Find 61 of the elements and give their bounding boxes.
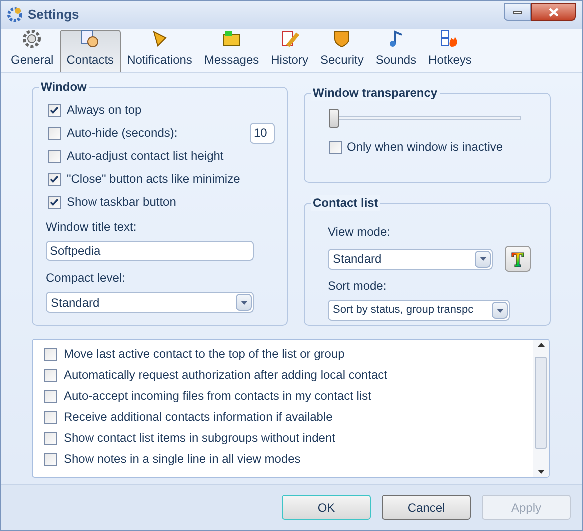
rainbow-letter-icon <box>511 252 525 266</box>
checkbox[interactable] <box>44 390 57 402</box>
minimize-icon <box>513 10 522 14</box>
tab[interactable]: General <box>5 30 60 72</box>
checkbox[interactable] <box>48 172 61 186</box>
dialog-button[interactable]: Cancel <box>382 495 471 520</box>
field-label: Window title text: <box>46 219 138 236</box>
field-label: Sort mode: <box>328 278 388 295</box>
sort-mode-dropdown[interactable]: Sort by status, group transpc <box>328 300 510 321</box>
checkbox[interactable] <box>44 432 57 444</box>
field-label: Compact level: <box>46 270 126 287</box>
minimize-button[interactable] <box>504 3 531 21</box>
checkbox[interactable] <box>48 196 61 208</box>
checkbox-label: Always on top <box>67 102 143 119</box>
checkbox[interactable] <box>48 104 61 116</box>
checkbox-label: "Close" button acts like minimize <box>67 171 242 188</box>
text-field[interactable]: Softpedia <box>46 241 254 261</box>
checkbox-label: Auto-adjust contact list height <box>67 148 225 165</box>
checkbox-label: Show contact list items in subgroups without indent <box>64 430 336 447</box>
checkbox[interactable] <box>48 126 61 140</box>
tab[interactable]: Sounds <box>370 30 423 72</box>
checkbox-label: Automatically request authorization after adding local contact <box>64 367 388 384</box>
group-title: Contact list <box>311 195 380 211</box>
gear-icon <box>7 7 23 23</box>
checkbox-label: Show notes in a single line in all view modes <box>64 451 301 468</box>
checkbox[interactable] <box>329 140 342 154</box>
gear-icon <box>22 29 42 49</box>
tab[interactable]: Hotkeys <box>422 30 478 72</box>
checkbox-label: Show taskbar button <box>67 194 178 211</box>
slider-thumb[interactable] <box>329 109 339 128</box>
tab[interactable]: Security <box>314 30 370 72</box>
scroll-up-icon <box>538 343 544 347</box>
number-field[interactable]: 10 <box>250 122 275 144</box>
window-title: Settings <box>28 6 80 24</box>
compact-level-dropdown[interactable]: Standard <box>46 292 254 313</box>
field-label: View mode: <box>328 224 392 241</box>
font-style-button[interactable] <box>505 246 531 272</box>
tab[interactable]: Messages <box>198 30 266 72</box>
transparency-slider[interactable] <box>329 109 521 128</box>
checkbox[interactable] <box>44 410 57 424</box>
checkbox-label: Receive additional contacts information if available <box>64 409 333 426</box>
scrollbar[interactable] <box>533 340 549 477</box>
shield-icon <box>332 29 352 49</box>
view-mode-dropdown[interactable]: Standard <box>328 248 493 270</box>
tab[interactable]: History <box>265 30 314 72</box>
checkbox-label: Only when window is inactive <box>347 139 504 156</box>
tab[interactable]: Contacts <box>60 30 122 72</box>
checkbox[interactable] <box>48 150 61 162</box>
checkbox[interactable] <box>44 368 57 382</box>
checkbox[interactable] <box>44 348 57 360</box>
close-icon <box>548 8 558 16</box>
checkbox[interactable] <box>44 452 57 466</box>
tab[interactable]: Notifications <box>121 30 198 72</box>
checkbox-label: Auto-hide (seconds): <box>67 125 179 142</box>
scroll-down-icon <box>538 470 544 474</box>
checkbox-label: Auto-accept incoming files from contacts in my contact list <box>64 388 372 405</box>
scrollbar-thumb[interactable] <box>535 357 547 449</box>
checkbox-label: Move last active contact to the top of the list or group <box>64 346 345 363</box>
group-title: Window transparency <box>311 85 440 101</box>
close-button[interactable] <box>531 3 576 21</box>
dialog-button[interactable]: OK <box>282 495 371 520</box>
